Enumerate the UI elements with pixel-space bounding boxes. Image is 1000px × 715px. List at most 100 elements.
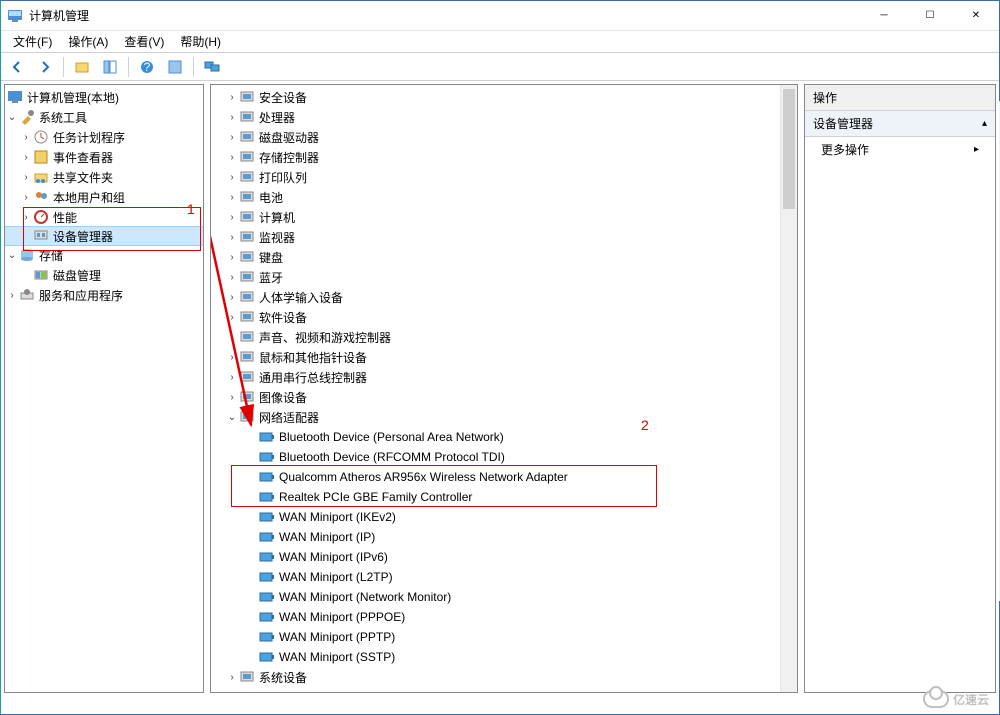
- device-item[interactable]: WAN Miniport (IP): [211, 527, 797, 547]
- chevron-down-icon[interactable]: ⌄: [5, 248, 19, 262]
- actions-more[interactable]: 更多操作 ▸: [805, 137, 995, 162]
- chevron-right-icon[interactable]: ›: [225, 330, 239, 344]
- device-category[interactable]: ›处理器: [211, 107, 797, 127]
- help-icon[interactable]: ?: [135, 55, 159, 79]
- tree-local-users[interactable]: › 本地用户和组: [5, 187, 203, 207]
- device-category[interactable]: ›图像设备: [211, 387, 797, 407]
- device-category-icon: [239, 169, 255, 185]
- device-item[interactable]: WAN Miniport (Network Monitor): [211, 587, 797, 607]
- device-category-icon: [239, 189, 255, 205]
- chevron-right-icon[interactable]: ›: [225, 350, 239, 364]
- tree-label: 系统工具: [39, 109, 87, 126]
- network-adapter-icon: [259, 629, 275, 645]
- up-icon[interactable]: [70, 55, 94, 79]
- device-category[interactable]: ›蓝牙: [211, 267, 797, 287]
- scrollbar-thumb[interactable]: [783, 89, 795, 209]
- tree-storage[interactable]: ⌄ 存储: [5, 245, 203, 265]
- back-icon[interactable]: [5, 55, 29, 79]
- chevron-right-icon[interactable]: ›: [225, 170, 239, 184]
- device-item[interactable]: WAN Miniport (L2TP): [211, 567, 797, 587]
- chevron-right-icon[interactable]: ›: [5, 288, 19, 302]
- device-category[interactable]: ›鼠标和其他指针设备: [211, 347, 797, 367]
- device-item[interactable]: Qualcomm Atheros AR956x Wireless Network…: [211, 467, 797, 487]
- show-hide-tree-icon[interactable]: [98, 55, 122, 79]
- chevron-right-icon[interactable]: ›: [19, 190, 33, 204]
- device-item[interactable]: WAN Miniport (IKEv2): [211, 507, 797, 527]
- menu-file[interactable]: 文件(F): [7, 31, 58, 52]
- tree-disk-mgmt[interactable]: 磁盘管理: [5, 265, 203, 285]
- minimize-button[interactable]: ─: [861, 1, 907, 31]
- menu-action[interactable]: 操作(A): [62, 31, 114, 52]
- device-category[interactable]: ›软件设备: [211, 307, 797, 327]
- device-category[interactable]: ›打印队列: [211, 167, 797, 187]
- chevron-right-icon[interactable]: ›: [19, 130, 33, 144]
- device-manager-icon: [33, 228, 49, 244]
- device-category[interactable]: ›声音、视频和游戏控制器: [211, 327, 797, 347]
- chevron-right-icon[interactable]: ›: [225, 190, 239, 204]
- tree-root[interactable]: 计算机管理(本地): [5, 87, 203, 107]
- device-item[interactable]: WAN Miniport (SSTP): [211, 647, 797, 667]
- chevron-down-icon[interactable]: ⌄: [225, 410, 239, 424]
- device-category[interactable]: ⌄网络适配器: [211, 407, 797, 427]
- chevron-right-icon[interactable]: ›: [225, 310, 239, 324]
- device-category[interactable]: ›电池: [211, 187, 797, 207]
- disk-icon: [33, 267, 49, 283]
- titlebar: 计算机管理 ─ ☐ ✕: [1, 1, 999, 31]
- computer-mgmt-icon: [7, 89, 23, 105]
- chevron-right-icon[interactable]: ›: [225, 90, 239, 104]
- chevron-right-icon[interactable]: ›: [19, 210, 33, 224]
- chevron-right-icon[interactable]: ›: [225, 150, 239, 164]
- device-category[interactable]: ›通用串行总线控制器: [211, 367, 797, 387]
- network-adapter-icon: [259, 569, 275, 585]
- device-category[interactable]: ›监视器: [211, 227, 797, 247]
- device-category[interactable]: ›安全设备: [211, 87, 797, 107]
- chevron-right-icon[interactable]: ›: [225, 370, 239, 384]
- close-button[interactable]: ✕: [953, 1, 999, 31]
- clock-icon: [33, 129, 49, 145]
- menu-help[interactable]: 帮助(H): [174, 31, 227, 52]
- refresh-icon[interactable]: [163, 55, 187, 79]
- tree-label: 本地用户和组: [53, 189, 125, 206]
- device-item[interactable]: Realtek PCIe GBE Family Controller: [211, 487, 797, 507]
- monitors-icon[interactable]: [200, 55, 224, 79]
- device-category[interactable]: ›键盘: [211, 247, 797, 267]
- device-item-label: Realtek PCIe GBE Family Controller: [279, 490, 472, 504]
- forward-icon[interactable]: [33, 55, 57, 79]
- device-item-label: Qualcomm Atheros AR956x Wireless Network…: [279, 470, 568, 484]
- chevron-right-icon[interactable]: ›: [225, 210, 239, 224]
- device-category[interactable]: ›人体学输入设备: [211, 287, 797, 307]
- tree-performance[interactable]: › 性能: [5, 207, 203, 227]
- chevron-right-icon[interactable]: ›: [19, 150, 33, 164]
- chevron-right-icon[interactable]: ›: [225, 130, 239, 144]
- chevron-down-icon[interactable]: ⌄: [5, 110, 19, 124]
- chevron-right-icon[interactable]: ›: [19, 170, 33, 184]
- tree-task-scheduler[interactable]: › 任务计划程序: [5, 127, 203, 147]
- device-category[interactable]: ›计算机: [211, 207, 797, 227]
- actions-group[interactable]: 设备管理器 ▴: [805, 111, 995, 137]
- tree-services-apps[interactable]: › 服务和应用程序: [5, 285, 203, 305]
- menubar: 文件(F) 操作(A) 查看(V) 帮助(H): [1, 31, 999, 53]
- tree-event-viewer[interactable]: › 事件查看器: [5, 147, 203, 167]
- chevron-right-icon: ▸: [974, 144, 979, 155]
- chevron-right-icon[interactable]: ›: [225, 670, 239, 684]
- tree-device-manager[interactable]: 设备管理器: [4, 226, 204, 246]
- device-item[interactable]: WAN Miniport (PPPOE): [211, 607, 797, 627]
- chevron-right-icon[interactable]: ›: [225, 270, 239, 284]
- device-item[interactable]: WAN Miniport (IPv6): [211, 547, 797, 567]
- chevron-right-icon[interactable]: ›: [225, 230, 239, 244]
- device-category[interactable]: ›磁盘驱动器: [211, 127, 797, 147]
- device-item[interactable]: Bluetooth Device (RFCOMM Protocol TDI): [211, 447, 797, 467]
- chevron-right-icon[interactable]: ›: [225, 390, 239, 404]
- device-category[interactable]: ›存储控制器: [211, 147, 797, 167]
- chevron-right-icon[interactable]: ›: [225, 110, 239, 124]
- chevron-right-icon[interactable]: ›: [225, 290, 239, 304]
- chevron-right-icon[interactable]: ›: [225, 250, 239, 264]
- device-item[interactable]: WAN Miniport (PPTP): [211, 627, 797, 647]
- tree-system-tools[interactable]: ⌄ 系统工具: [5, 107, 203, 127]
- menu-view[interactable]: 查看(V): [118, 31, 170, 52]
- vertical-scrollbar[interactable]: [780, 85, 797, 692]
- maximize-button[interactable]: ☐: [907, 1, 953, 31]
- device-category[interactable]: ›系统设备: [211, 667, 797, 687]
- tree-shared-folders[interactable]: › 共享文件夹: [5, 167, 203, 187]
- device-item[interactable]: Bluetooth Device (Personal Area Network): [211, 427, 797, 447]
